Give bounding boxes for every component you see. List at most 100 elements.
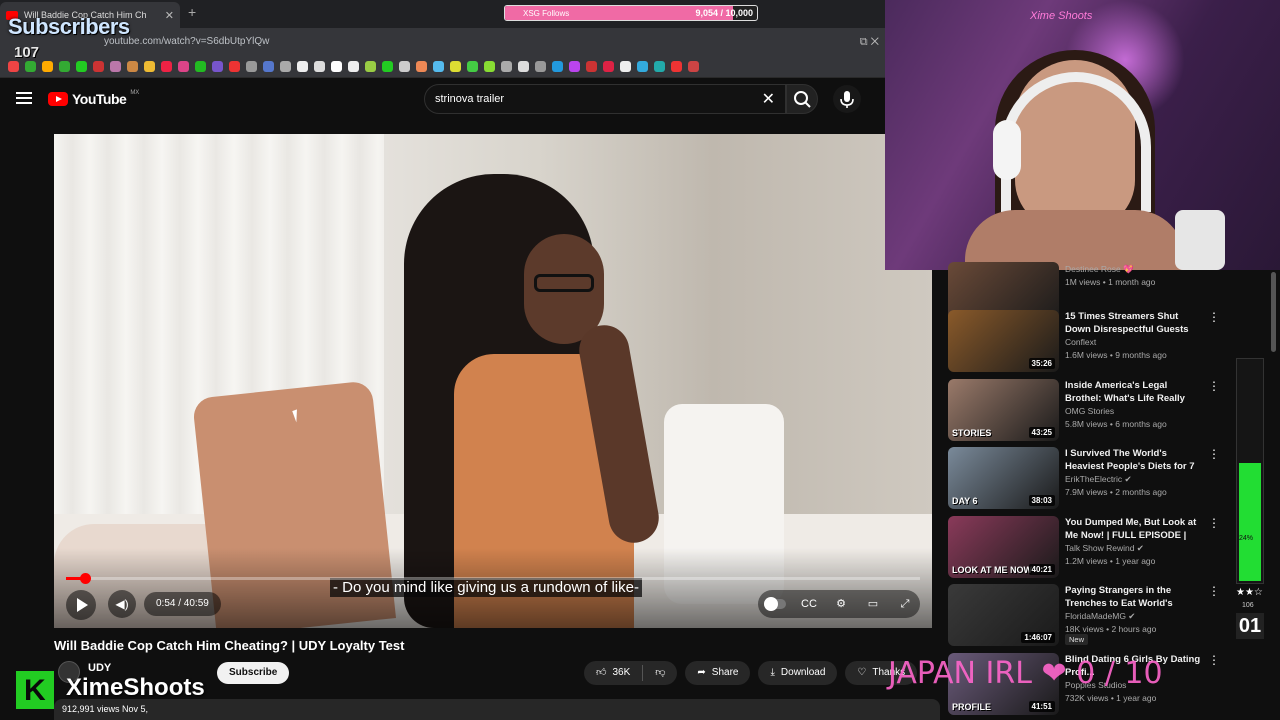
fullscreen-icon[interactable]: ⤢ — [896, 597, 914, 611]
bookmark-icon[interactable] — [229, 61, 240, 72]
video-description-box[interactable]: 912,991 views Nov 5, — [54, 699, 940, 720]
bookmark-icon[interactable] — [42, 61, 53, 72]
settings-gear-icon[interactable]: ⚙ — [832, 597, 850, 611]
recommendation-item[interactable]: 1:46:07 Paying Strangers in the Trenches … — [948, 584, 1228, 648]
bookmark-icon[interactable] — [331, 61, 342, 72]
bookmark-icon[interactable] — [144, 61, 155, 72]
clear-search-icon[interactable]: ✕ — [762, 89, 775, 109]
channel-name[interactable]: UDY — [88, 662, 111, 674]
bookmark-icon[interactable] — [297, 61, 308, 72]
subtitle-caption: - Do you mind like giving us a rundown o… — [330, 578, 642, 597]
voice-search-button[interactable] — [833, 85, 861, 113]
bookmark-icon[interactable] — [433, 61, 444, 72]
bookmark-icon[interactable] — [178, 61, 189, 72]
volume-icon[interactable]: ◀) — [108, 590, 136, 618]
search-button[interactable] — [786, 84, 818, 114]
recommendation-channel[interactable]: OMG Stories — [1065, 406, 1114, 416]
bookmark-icon[interactable] — [93, 61, 104, 72]
scrollbar-thumb[interactable] — [1271, 272, 1276, 352]
video-thumbnail[interactable]: 35:26 — [948, 310, 1059, 372]
dislike-button[interactable]: 👎︎ — [643, 661, 677, 685]
bookmark-icon[interactable] — [263, 61, 274, 72]
bookmark-icon[interactable] — [450, 61, 461, 72]
search-input[interactable]: strinova trailer — [435, 93, 504, 105]
seek-handle[interactable] — [79, 573, 91, 584]
recommendation-channel[interactable]: FloridaMadeMG ✔ — [1065, 611, 1135, 622]
bookmark-icon[interactable] — [280, 61, 291, 72]
bookmark-icon[interactable] — [365, 61, 376, 72]
recommendation-title[interactable]: Paying Strangers in the Trenches to Eat … — [1065, 584, 1205, 610]
bookmark-icon[interactable] — [382, 61, 393, 72]
close-tab-icon[interactable]: ✕ — [165, 9, 174, 22]
captions-icon[interactable]: CC — [800, 597, 818, 611]
bookmark-icon[interactable] — [637, 61, 648, 72]
video-thumbnail[interactable]: LOOK AT ME NOW 40:21 — [948, 516, 1059, 578]
recommendation-title[interactable]: I Survived The World's Heaviest People's… — [1065, 447, 1205, 473]
recommendation-title[interactable]: 15 Times Streamers Shut Down Disrespectf… — [1065, 310, 1205, 336]
bookmark-icon[interactable] — [535, 61, 546, 72]
bookmark-icon[interactable] — [8, 61, 19, 72]
more-options-icon[interactable]: ⋮ — [1208, 310, 1220, 324]
bookmark-icon[interactable] — [314, 61, 325, 72]
bookmark-icon[interactable] — [195, 61, 206, 72]
bookmark-icon[interactable] — [59, 61, 70, 72]
bookmark-icon[interactable] — [212, 61, 223, 72]
recommendation-channel[interactable]: Destinee Rose 💖 — [1065, 264, 1134, 275]
bookmark-icon[interactable] — [416, 61, 427, 72]
like-button[interactable]: 👍︎ 36K — [584, 661, 642, 685]
autoplay-toggle[interactable] — [764, 597, 786, 611]
more-options-icon[interactable]: ⋮ — [1208, 447, 1220, 461]
bookmark-icon[interactable] — [246, 61, 257, 72]
recommendation-title[interactable]: Inside America's Legal Brothel: What's L… — [1065, 379, 1205, 405]
bookmark-icon[interactable] — [586, 61, 597, 72]
bookmark-icon[interactable] — [603, 61, 614, 72]
recommendation-meta: 732K views • 1 year ago — [1065, 693, 1157, 703]
sidebar-scrollbar[interactable] — [1270, 270, 1278, 720]
bookmark-icon[interactable] — [348, 61, 359, 72]
bookmark-icon[interactable] — [484, 61, 495, 72]
recommendation-item[interactable]: STORIES 43:25 Inside America's Legal Broth… — [948, 379, 1228, 443]
more-options-icon[interactable]: ⋮ — [1208, 516, 1220, 530]
youtube-logo[interactable]: YouTube MX — [48, 90, 139, 107]
recommendation-title[interactable]: You Dumped Me, But Look at Me Now! | FUL… — [1065, 516, 1205, 542]
seek-bar[interactable] — [66, 573, 920, 584]
share-button[interactable]: ➦ Share — [685, 661, 751, 685]
bookmark-icon[interactable] — [25, 61, 36, 72]
bookmark-icon[interactable] — [127, 61, 138, 72]
search-box[interactable]: strinova trailer ✕ — [424, 84, 786, 114]
video-thumbnail[interactable]: STORIES 43:25 — [948, 379, 1059, 441]
bookmark-icon[interactable] — [620, 61, 631, 72]
recommendation-item[interactable]: LOOK AT ME NOW 40:21 You Dumped Me, But Lo… — [948, 516, 1228, 580]
bookmark-icon[interactable] — [654, 61, 665, 72]
bookmark-icon[interactable] — [501, 61, 512, 72]
recommendation-item[interactable]: 35:26 15 Times Streamers Shut Down Disres… — [948, 310, 1228, 374]
bookmark-icon[interactable] — [399, 61, 410, 72]
bookmark-icon[interactable] — [688, 61, 699, 72]
video-thumbnail[interactable]: DAY 6 38:03 — [948, 447, 1059, 509]
more-options-icon[interactable]: ⋮ — [1208, 584, 1220, 598]
download-button[interactable]: ⤓ Download — [758, 661, 838, 685]
thumbnail-text: LOOK AT ME NOW — [952, 565, 1032, 575]
hamburger-menu-icon[interactable] — [16, 92, 32, 104]
recommendation-channel[interactable]: ErikTheElectric ✔ — [1065, 474, 1132, 485]
new-tab-icon[interactable]: + — [188, 4, 196, 20]
bookmark-icon[interactable] — [467, 61, 478, 72]
subscribe-button[interactable]: Subscribe — [217, 662, 290, 684]
bookmark-icon[interactable] — [569, 61, 580, 72]
miniplayer-icon[interactable]: ▭ — [864, 597, 882, 611]
bookmark-icon[interactable] — [76, 61, 87, 72]
extensions-icon[interactable]: ⧉ ✕ — [860, 36, 879, 49]
recommendation-item[interactable]: DAY 6 38:03 I Survived The World's Heavies… — [948, 447, 1228, 511]
video-thumbnail[interactable]: 1:46:07 — [948, 584, 1059, 646]
bookmark-icon[interactable] — [110, 61, 121, 72]
bookmark-icon[interactable] — [552, 61, 563, 72]
more-options-icon[interactable]: ⋮ — [1208, 653, 1220, 667]
bookmark-icon[interactable] — [671, 61, 682, 72]
bookmark-icon[interactable] — [161, 61, 172, 72]
video-player[interactable]: - Do you mind like giving us a rundown o… — [54, 134, 932, 628]
more-options-icon[interactable]: ⋮ — [1208, 379, 1220, 393]
play-button[interactable] — [66, 590, 96, 620]
recommendation-channel[interactable]: Talk Show Rewind ✔ — [1065, 543, 1144, 554]
bookmark-icon[interactable] — [518, 61, 529, 72]
recommendation-channel[interactable]: Conflext — [1065, 337, 1096, 347]
